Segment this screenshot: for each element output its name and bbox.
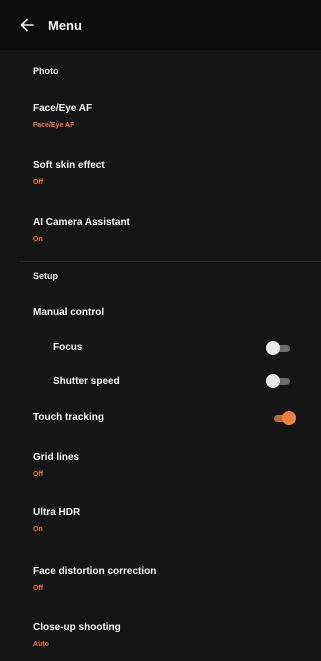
arrow-left-icon bbox=[20, 18, 34, 32]
menu-item-title: Face distortion correction bbox=[33, 566, 157, 577]
menu-item-ultra-hdr[interactable]: Ultra HDR On bbox=[0, 505, 321, 545]
menu-item-title: Grid lines bbox=[33, 452, 80, 463]
menu-item-face-distortion-correction[interactable]: Face distortion correction Off bbox=[0, 564, 321, 604]
menu-item-value: Off bbox=[33, 585, 44, 592]
menu-item-manual-control[interactable]: Manual control bbox=[0, 305, 321, 327]
page-title: Menu bbox=[48, 17, 82, 33]
menu-item-title: Shutter speed bbox=[53, 376, 120, 387]
menu-item-grid-lines[interactable]: Grid lines Off bbox=[0, 450, 321, 490]
menu-item-focus[interactable]: Focus bbox=[0, 338, 321, 362]
back-button[interactable] bbox=[14, 12, 40, 38]
menu-item-shutter-speed[interactable]: Shutter speed bbox=[0, 372, 321, 396]
top-app-bar: Menu bbox=[0, 0, 321, 50]
menu-item-close-up-shooting[interactable]: Close-up shooting Auto bbox=[0, 620, 321, 656]
touch-tracking-toggle[interactable] bbox=[270, 411, 296, 425]
menu-item-value: On bbox=[33, 236, 43, 243]
toggle-knob bbox=[282, 411, 296, 425]
shutter-speed-toggle[interactable] bbox=[266, 374, 292, 388]
menu-item-title: Touch tracking bbox=[33, 412, 104, 423]
camera-menu-screen: Menu Photo Face/Eye AF Face/Eye AF Soft … bbox=[0, 0, 321, 661]
menu-item-value: Off bbox=[33, 471, 44, 478]
menu-item-touch-tracking[interactable]: Touch tracking bbox=[0, 408, 321, 432]
menu-item-title: Focus bbox=[53, 342, 83, 353]
menu-item-title: Face/Eye AF bbox=[33, 103, 93, 114]
section-header-photo: Photo bbox=[33, 66, 59, 76]
menu-item-value: Face/Eye AF bbox=[33, 122, 75, 129]
menu-item-value: Auto bbox=[33, 641, 49, 648]
section-header-setup: Setup bbox=[33, 271, 59, 281]
menu-item-title: AI Camera Assistant bbox=[33, 217, 130, 228]
toggle-knob bbox=[266, 374, 280, 388]
focus-toggle[interactable] bbox=[266, 341, 292, 355]
menu-item-title: Manual control bbox=[33, 307, 105, 318]
menu-item-value: Off bbox=[33, 179, 44, 186]
toggle-knob bbox=[266, 341, 280, 355]
menu-item-title: Close-up shooting bbox=[33, 622, 121, 633]
menu-item-title: Ultra HDR bbox=[33, 507, 81, 518]
menu-item-title: Soft skin effect bbox=[33, 160, 105, 171]
menu-item-face-eye-af[interactable]: Face/Eye AF Face/Eye AF bbox=[0, 100, 321, 140]
menu-item-value: On bbox=[33, 526, 43, 533]
section-divider bbox=[20, 261, 321, 262]
menu-item-ai-camera-assistant[interactable]: AI Camera Assistant On bbox=[0, 214, 321, 254]
menu-item-soft-skin-effect[interactable]: Soft skin effect Off bbox=[0, 157, 321, 197]
